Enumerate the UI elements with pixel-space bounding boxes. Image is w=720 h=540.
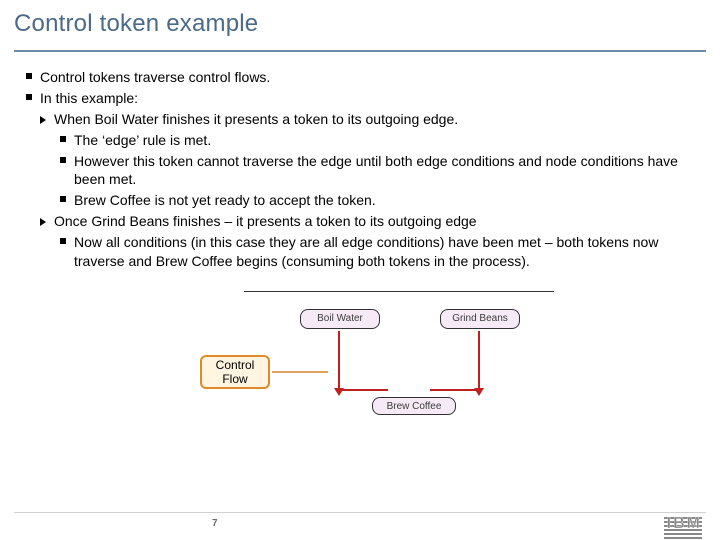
activity-brew-coffee: Brew Coffee [372,397,456,415]
flow-arrow-boil [338,331,340,389]
bullet-l2: Once Grind Beans finishes – it presents … [40,212,694,231]
flow-arrow-grind [478,331,480,389]
callout-pointer [272,371,328,373]
footer-rule [14,512,706,513]
bullet-l3: Now all conditions (in this case they ar… [60,233,694,271]
bullet-l1: In this example: [26,89,694,108]
flow-connector [338,389,388,391]
bullet-l2: When Boil Water finishes it presents a t… [40,110,694,129]
activity-boil-water: Boil Water [300,309,380,329]
activity-diagram: Boil Water Grind Beans Brew Coffee Contr… [140,293,580,433]
bullet-l1: Control tokens traverse control flows. [26,68,694,87]
flow-connector [430,389,480,391]
callout-control-flow: Control Flow [200,355,270,389]
slide-footer: 7 IBM [0,512,720,540]
ibm-wordmark: IBM [667,515,702,533]
slide-title: Control token example [14,10,720,38]
diagram-top-rule [244,291,554,292]
ibm-logo: IBM [664,516,702,539]
activity-grind-beans: Grind Beans [440,309,520,329]
bullet-l3: However this token cannot traverse the e… [60,152,694,190]
slide-body: Control tokens traverse control flows. I… [0,52,720,433]
bullet-l3: The ‘edge’ rule is met. [60,131,694,150]
page-number: 7 [212,518,218,529]
bullet-l3: Brew Coffee is not yet ready to accept t… [60,191,694,210]
